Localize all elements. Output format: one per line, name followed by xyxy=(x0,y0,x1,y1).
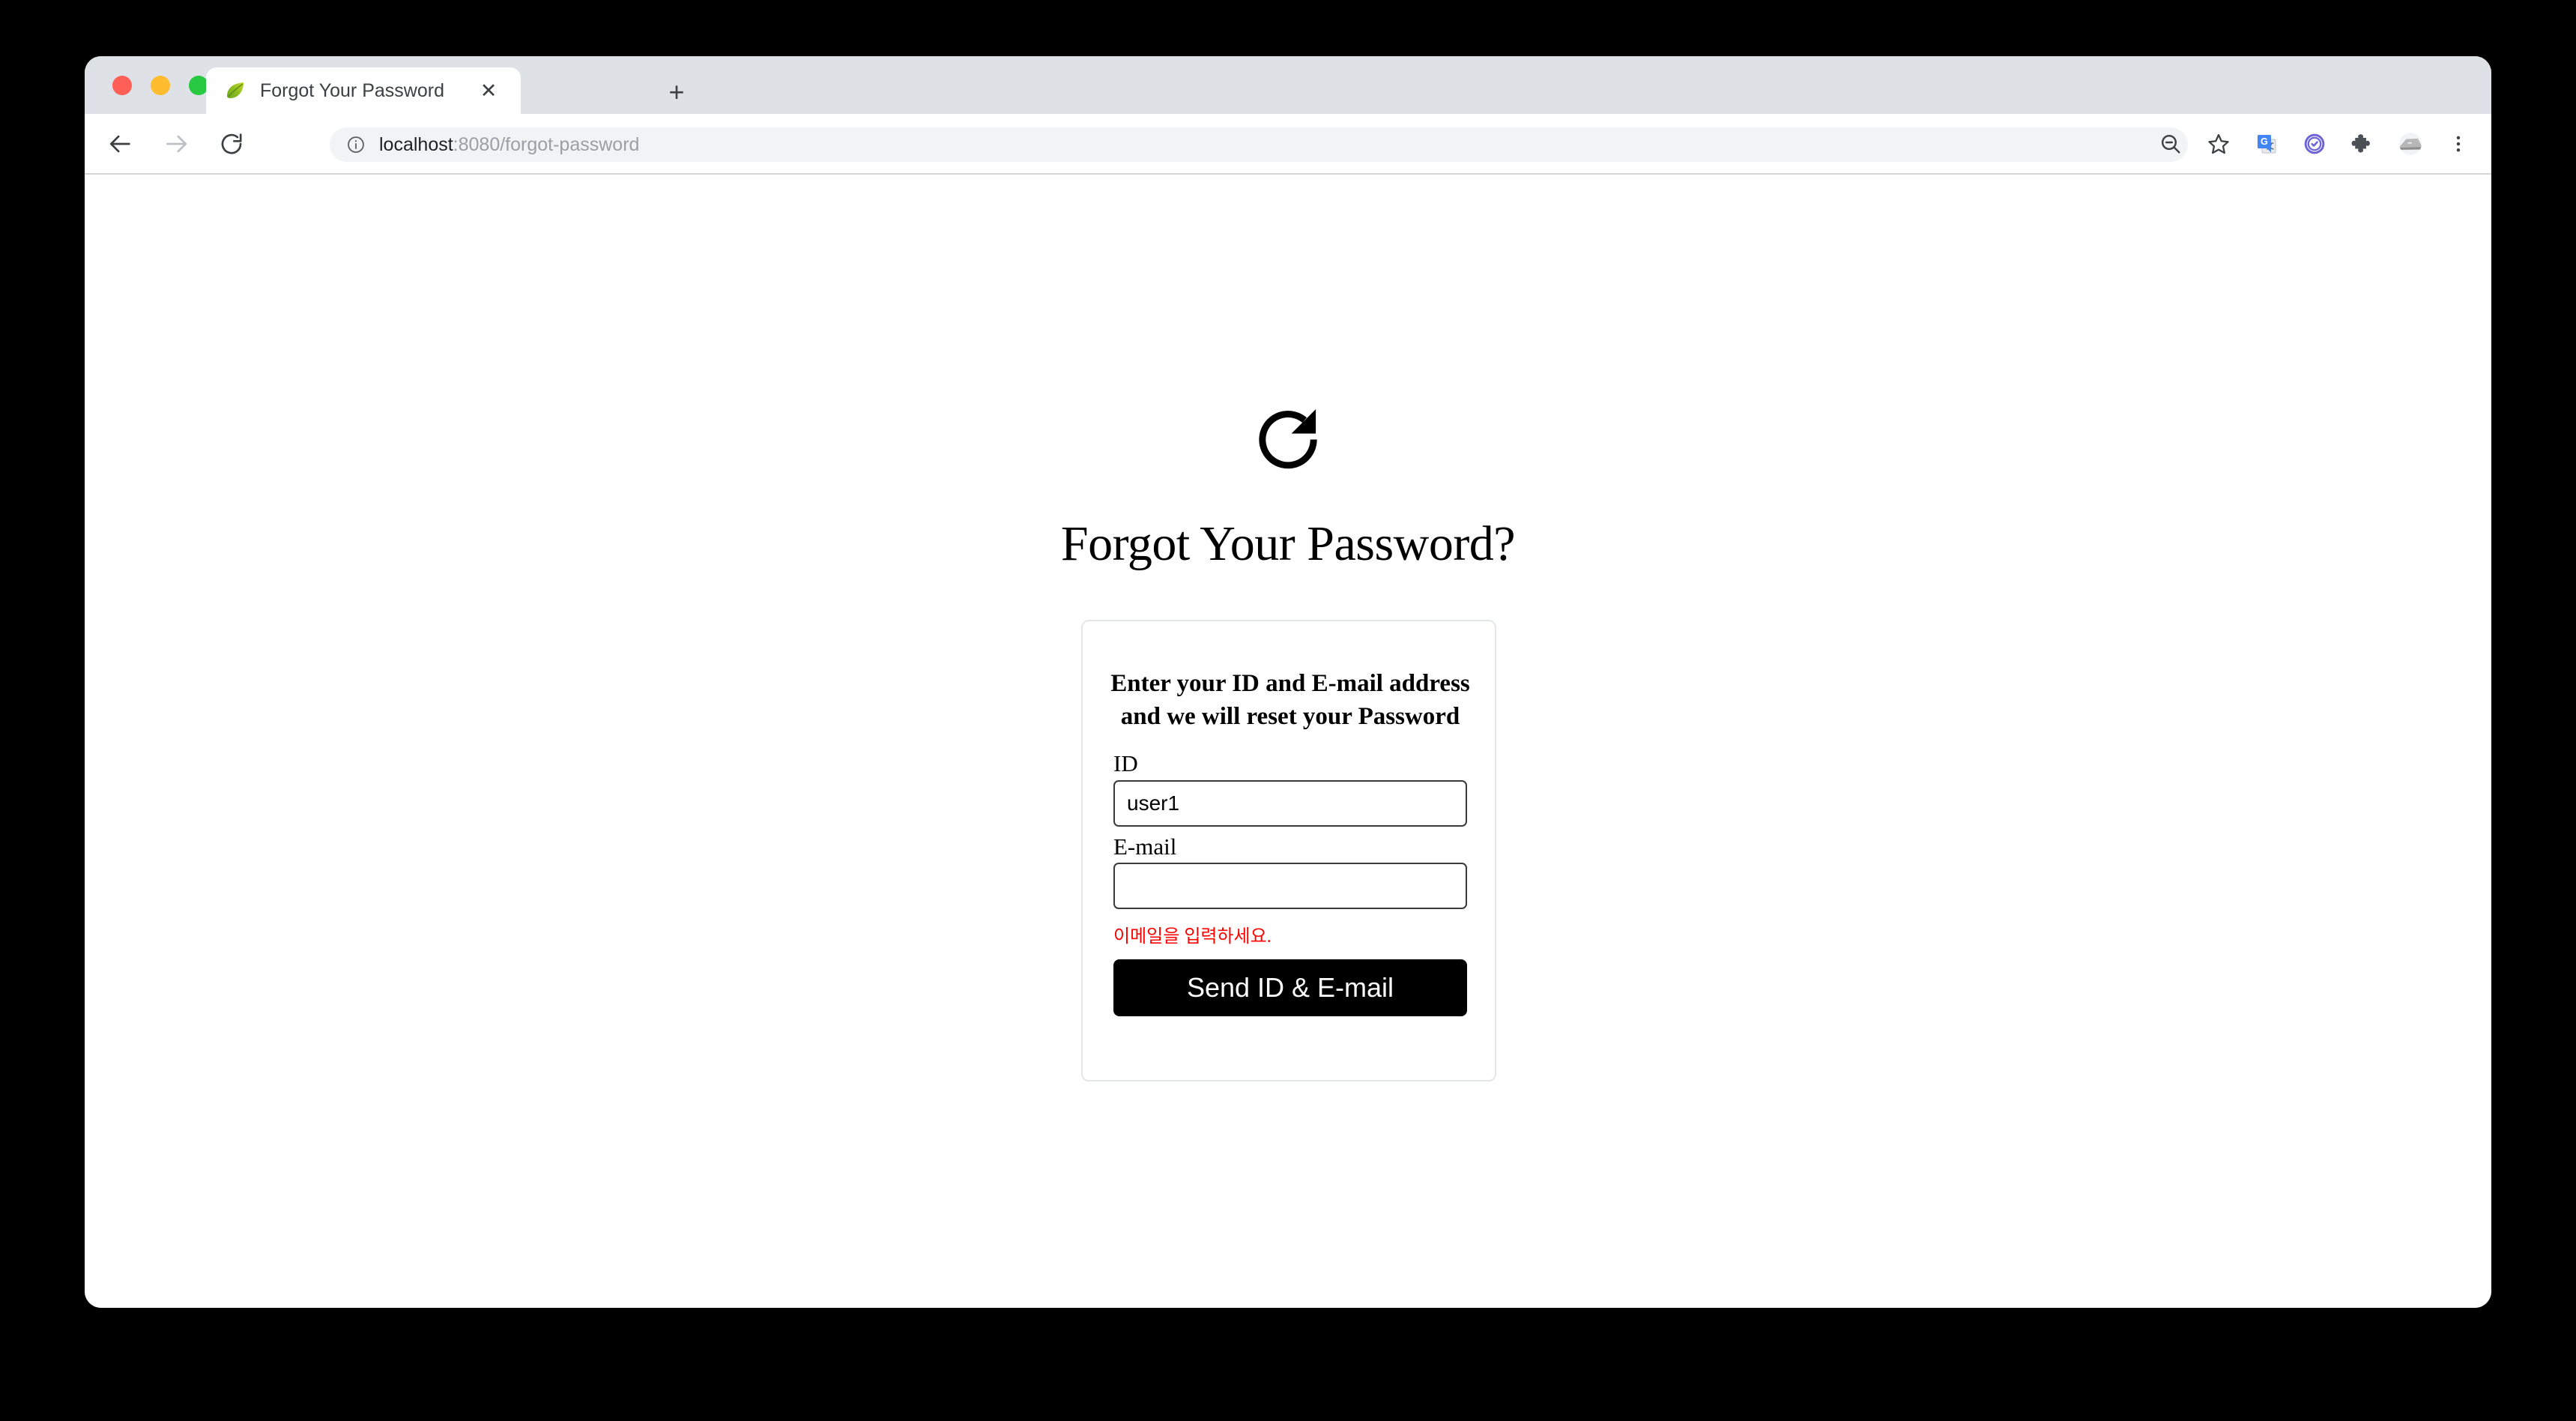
browser-toolbar: localhost:8080/forgot-password G xyxy=(85,114,2491,174)
browser-tab[interactable]: Forgot Your Password ✕ xyxy=(206,67,521,114)
refresh-clockwise-icon xyxy=(1251,402,1325,477)
password-reset-card: Enter your ID and E-mail address and we … xyxy=(1081,620,1496,1081)
back-arrow-icon[interactable] xyxy=(98,121,143,166)
id-input[interactable] xyxy=(1113,780,1467,827)
window-minimize-button[interactable] xyxy=(151,76,170,95)
browser-window: Forgot Your Password ✕ + localhost:8080/… xyxy=(85,56,2491,1308)
info-circle-icon[interactable] xyxy=(346,135,366,154)
new-tab-button[interactable]: + xyxy=(660,76,693,109)
reload-icon[interactable] xyxy=(209,121,254,166)
spring-leaf-icon xyxy=(224,79,247,102)
card-subtitle-line1: Enter your ID and E-mail address xyxy=(1110,670,1470,697)
url-text: localhost:8080/forgot-password xyxy=(379,134,639,156)
page-title: Forgot Your Password? xyxy=(1060,516,1516,571)
forward-arrow-icon[interactable] xyxy=(154,121,199,166)
tab-close-icon[interactable]: ✕ xyxy=(476,78,501,103)
card-subtitle-line2: and we will reset your Password xyxy=(1120,702,1460,730)
window-controls xyxy=(112,76,208,95)
zoom-out-icon[interactable] xyxy=(2150,123,2192,165)
puzzle-piece-icon[interactable] xyxy=(2341,123,2383,165)
tab-title: Forgot Your Password xyxy=(260,79,444,101)
svg-text:G: G xyxy=(2261,136,2268,147)
email-input[interactable] xyxy=(1113,863,1467,909)
check-circle-extension-icon[interactable] xyxy=(2294,123,2335,165)
toolbar-actions: G xyxy=(2144,123,2479,165)
email-field-label: E-mail xyxy=(1113,833,1177,860)
three-dot-menu-icon[interactable] xyxy=(2437,123,2479,165)
card-subtitle: Enter your ID and E-mail address and we … xyxy=(1104,668,1477,733)
url-path: :8080/forgot-password xyxy=(453,133,640,155)
tab-strip: Forgot Your Password ✕ + xyxy=(85,56,2491,114)
send-id-email-button[interactable]: Send ID & E-mail xyxy=(1113,959,1467,1016)
bookmark-star-icon[interactable] xyxy=(2198,123,2240,165)
profile-avatar-icon[interactable] xyxy=(2389,123,2431,165)
id-field-label: ID xyxy=(1113,750,1138,776)
address-bar[interactable]: localhost:8080/forgot-password xyxy=(330,127,2188,162)
window-close-button[interactable] xyxy=(112,76,132,95)
url-host: localhost xyxy=(379,133,453,155)
google-translate-icon[interactable]: G xyxy=(2246,123,2288,165)
page-viewport: Forgot Your Password? Enter your ID and … xyxy=(85,175,2491,1308)
email-error-message: 이메일을 입력하세요. xyxy=(1113,927,1272,947)
